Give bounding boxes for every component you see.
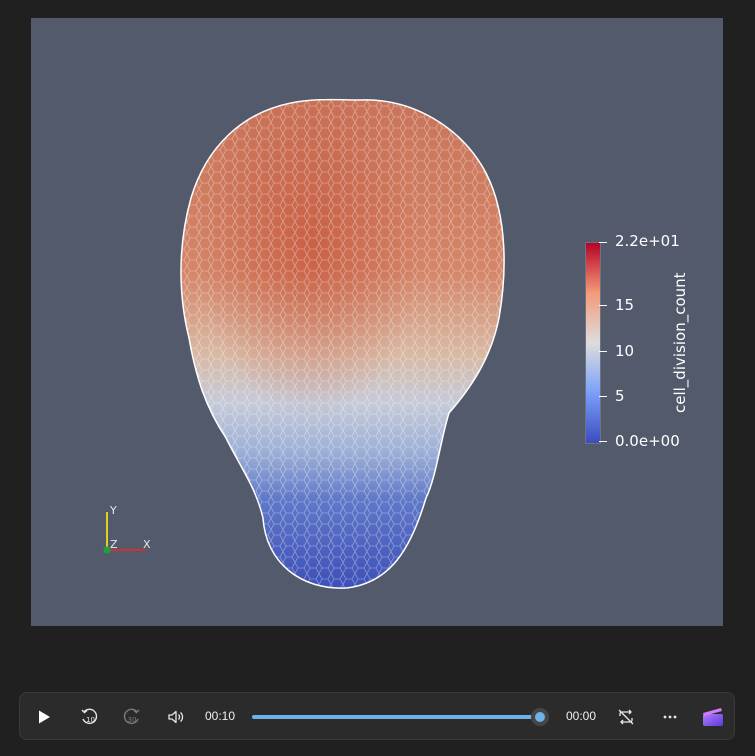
play-button[interactable] <box>30 693 58 741</box>
clipchamp-button[interactable] <box>698 693 728 741</box>
media-controls: 10 30 00:10 00:00 <box>19 692 735 740</box>
render-viewport[interactable]: 2.2e+01 15 10 5 0.0e+00 cell_division_co… <box>31 18 723 626</box>
volume-button[interactable] <box>162 693 190 741</box>
repeat-button[interactable] <box>612 693 640 741</box>
clipchamp-icon <box>703 708 723 726</box>
axis-x-label: X <box>143 538 151 551</box>
forward-30-icon: 30 <box>123 708 140 725</box>
colorbar-label-15: 15 <box>615 296 635 314</box>
more-button[interactable] <box>656 693 684 741</box>
repeat-off-icon <box>618 709 634 725</box>
remaining-time: 00:00 <box>566 709 597 723</box>
seek-bar[interactable] <box>252 715 542 719</box>
colorbar-title: cell_division_count <box>671 272 689 413</box>
svg-text:10: 10 <box>86 716 95 724</box>
axis-y-label: Y <box>110 504 117 517</box>
svg-text:30: 30 <box>128 716 137 724</box>
rewind-10-button[interactable]: 10 <box>75 693 103 741</box>
colorbar-label-10: 10 <box>615 342 635 360</box>
play-icon <box>39 710 50 724</box>
axis-z-label: Z <box>110 538 118 551</box>
colorbar-min-label: 0.0e+00 <box>615 432 680 450</box>
colorbar-max-label: 2.2e+01 <box>615 232 680 250</box>
seek-thumb[interactable] <box>531 708 549 726</box>
volume-icon <box>168 710 184 724</box>
colorbar-label-5: 5 <box>615 387 625 405</box>
rewind-10-icon: 10 <box>81 708 98 725</box>
orientation-axes: Y Z X <box>96 504 166 566</box>
forward-30-button[interactable]: 30 <box>118 693 146 741</box>
current-time: 00:10 <box>205 709 236 723</box>
more-icon <box>663 715 677 719</box>
colorbar <box>585 242 601 444</box>
